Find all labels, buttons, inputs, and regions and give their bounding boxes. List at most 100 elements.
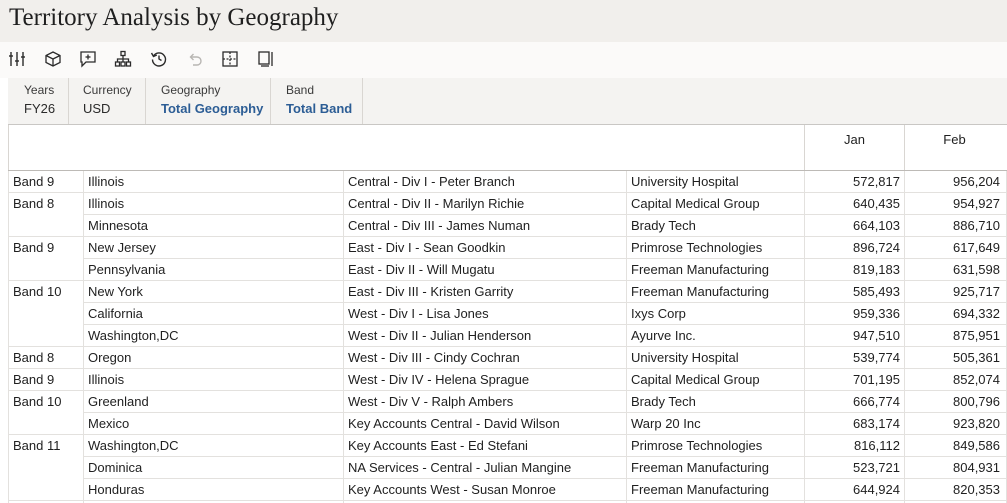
cell-customer: Freeman Manufacturing <box>631 284 770 299</box>
cell-jan[interactable]: 644,924 <box>805 479 900 501</box>
cell-jan[interactable]: 585,493 <box>805 281 900 303</box>
cell-jan[interactable]: 701,195 <box>805 369 900 391</box>
cell-jan[interactable]: 664,103 <box>805 215 900 237</box>
cell-customer: Freeman Manufacturing <box>631 460 770 475</box>
pov-geography[interactable]: Geography Total Geography <box>145 78 271 124</box>
column-header-feb[interactable]: Feb <box>904 125 1004 170</box>
pov-band-value[interactable]: Total Band <box>286 101 352 116</box>
cell-geography: New York <box>88 284 143 299</box>
cell-division: Central - Div I - Peter Branch <box>348 174 515 189</box>
cell-feb[interactable]: 925,717 <box>905 281 1000 303</box>
cell-customer: Primrose Technologies <box>631 438 763 453</box>
cell-division: West - Div III - Cindy Cochran <box>348 350 520 365</box>
toolbar <box>0 42 1007 78</box>
cell-feb[interactable]: 800,796 <box>905 391 1000 413</box>
cell-division: East - Div II - Will Mugatu <box>348 262 495 277</box>
pov-years[interactable]: Years FY26 <box>8 78 69 124</box>
cell-jan[interactable]: 640,435 <box>805 193 900 215</box>
cell-feb[interactable]: 886,710 <box>905 215 1000 237</box>
table-row: Dominica NA Services - Central - Julian M… <box>8 457 1007 479</box>
cell-jan[interactable]: 666,774 <box>805 391 900 413</box>
cell-feb[interactable]: 954,927 <box>905 193 1000 215</box>
cell-feb[interactable]: 804,931 <box>905 457 1000 479</box>
cube-icon[interactable] <box>44 50 62 68</box>
cell-jan[interactable]: 947,510 <box>805 325 900 347</box>
cell-geography: Dominica <box>88 460 143 475</box>
panel-icon[interactable] <box>257 50 275 68</box>
title-bar: Territory Analysis by Geography <box>0 0 1007 42</box>
column-header-jan[interactable]: Jan <box>804 125 904 170</box>
cell-band <box>13 259 83 281</box>
cell-jan[interactable]: 959,336 <box>805 303 900 325</box>
row-header-corner <box>8 125 805 170</box>
cell-geography: Oregon <box>88 350 132 365</box>
table-row: Band 8 Oregon West - Div III - Cindy Cochr… <box>8 347 1007 369</box>
table-row: Minnesota Central - Div III - James Numan… <box>8 215 1007 237</box>
cell-band <box>13 479 83 501</box>
cell-geography: Washington,DC <box>88 328 179 343</box>
pov-currency[interactable]: Currency USD <box>68 78 146 124</box>
cell-customer: Brady Tech <box>631 218 696 233</box>
cell-geography: Washington,DC <box>88 438 179 453</box>
cell-geography: Illinois <box>88 196 125 211</box>
cell-feb[interactable]: 852,074 <box>905 369 1000 391</box>
hierarchy-icon[interactable] <box>114 50 132 68</box>
table-row: Washington,DC West - Div II - Julian Hend… <box>8 325 1007 347</box>
pov-geography-value[interactable]: Total Geography <box>161 101 263 116</box>
cell-band: Band 9 <box>13 372 55 387</box>
cell-feb[interactable]: 849,586 <box>905 435 1000 457</box>
cell-jan[interactable]: 683,174 <box>805 413 900 435</box>
cell-feb[interactable]: 820,353 <box>905 479 1000 501</box>
table-row: Honduras Key Accounts West - Susan Monroe… <box>8 479 1007 501</box>
cell-division: West - Div V - Ralph Ambers <box>348 394 514 409</box>
cell-jan[interactable]: 816,112 <box>805 435 900 457</box>
cell-band: Band 11 <box>13 438 61 453</box>
cell-geography: New Jersey <box>88 240 156 255</box>
undo-icon[interactable] <box>186 50 204 68</box>
cell-division: East - Div I - Sean Goodkin <box>348 240 506 255</box>
cell-geography: Greenland <box>88 394 149 409</box>
table-row: Band 10 New York East - Div III - Kristen … <box>8 281 1007 303</box>
sliders-icon[interactable] <box>8 50 26 68</box>
table-row: Band 9 New Jersey East - Div I - Sean Good… <box>8 237 1007 259</box>
cell-customer: University Hospital <box>631 350 739 365</box>
cell-band <box>13 413 83 435</box>
cell-jan[interactable]: 896,724 <box>805 237 900 259</box>
cell-jan[interactable]: 523,721 <box>805 457 900 479</box>
cell-jan[interactable]: 819,183 <box>805 259 900 281</box>
table-row: California West - Div I - Lisa Jones Ixys … <box>8 303 1007 325</box>
cell-feb[interactable]: 875,951 <box>905 325 1000 347</box>
cell-customer: Ixys Corp <box>631 306 686 321</box>
table-row: Band 9 Illinois West - Div IV - Helena Spr… <box>8 369 1007 391</box>
pov-geography-label: Geography <box>161 83 221 97</box>
cell-division: Key Accounts East - Ed Stefani <box>348 438 528 453</box>
cell-feb[interactable]: 505,361 <box>905 347 1000 369</box>
page-title: Territory Analysis by Geography <box>9 4 339 31</box>
pov-band[interactable]: Band Total Band <box>270 78 363 124</box>
pov-bar: Years FY26 Currency USD Geography Total … <box>8 78 1007 124</box>
cell-geography: Illinois <box>88 174 125 189</box>
cell-customer: Ayurve Inc. <box>631 328 696 343</box>
cell-geography: Pennsylvania <box>88 262 166 277</box>
cell-feb[interactable]: 956,204 <box>905 171 1000 193</box>
cell-feb[interactable]: 617,649 <box>905 237 1000 259</box>
pov-currency-value: USD <box>83 101 111 116</box>
cell-jan[interactable]: 572,817 <box>805 171 900 193</box>
table-row: Band 8 Illinois Central - Div II - Marilyn… <box>8 193 1007 215</box>
cell-division: East - Div III - Kristen Garrity <box>348 284 514 299</box>
cell-division: West - Div IV - Helena Sprague <box>348 372 530 387</box>
table-row: Mexico Key Accounts Central - David Wilso… <box>8 413 1007 435</box>
grid-icon[interactable] <box>221 50 239 68</box>
comment-add-icon[interactable] <box>79 50 97 68</box>
cell-division: NA Services - Central - Julian Mangine <box>348 460 572 475</box>
cell-geography: Mexico <box>88 416 130 431</box>
cell-band: Band 10 <box>13 284 62 299</box>
cell-feb[interactable]: 631,598 <box>905 259 1000 281</box>
history-icon[interactable] <box>150 50 168 68</box>
cell-feb[interactable]: 923,820 <box>905 413 1000 435</box>
cell-customer: Capital Medical Group <box>631 372 760 387</box>
cell-jan[interactable]: 539,774 <box>805 347 900 369</box>
cell-feb[interactable]: 694,332 <box>905 303 1000 325</box>
cell-band: Band 9 <box>13 240 55 255</box>
cell-customer: Freeman Manufacturing <box>631 262 770 277</box>
